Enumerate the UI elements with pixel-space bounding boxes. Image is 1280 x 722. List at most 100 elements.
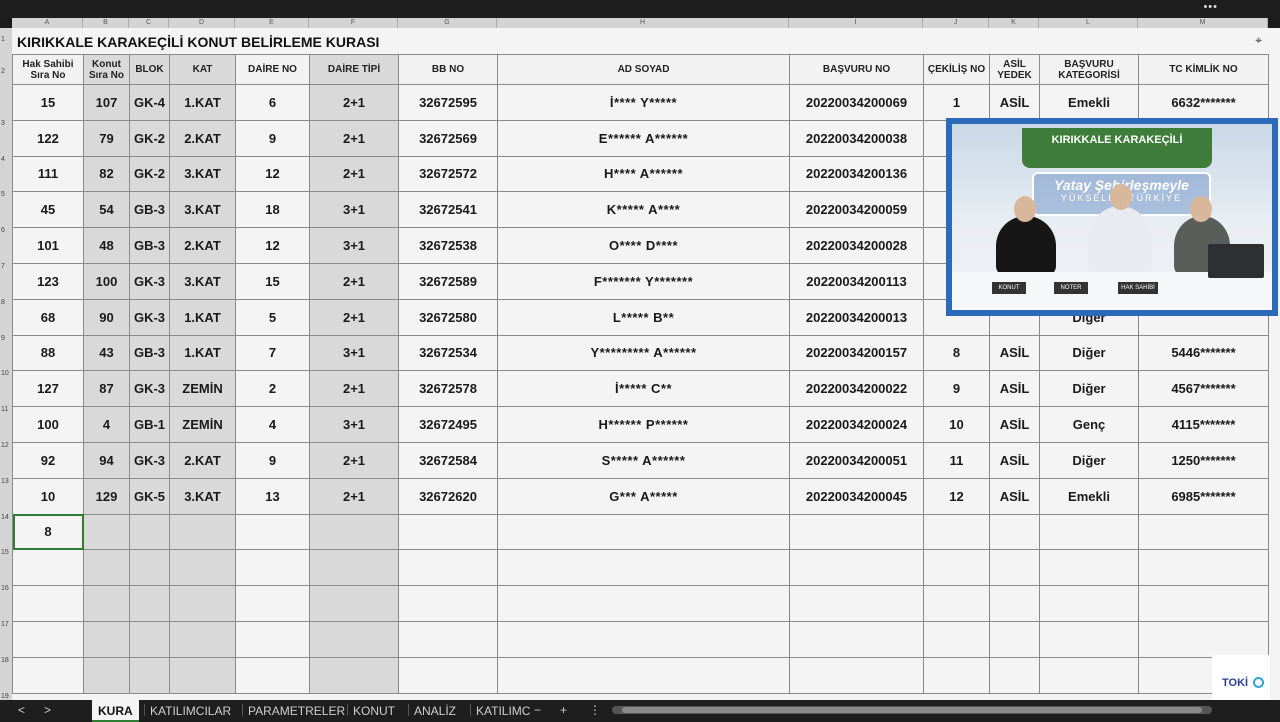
cell-cekilis-no[interactable]: 8 xyxy=(923,334,990,372)
cell-daire-no[interactable]: 18 xyxy=(235,191,310,229)
tab-katilimc[interactable]: KATILIMC xyxy=(476,700,530,720)
cell-basvuru-no[interactable]: 20220034200024 xyxy=(789,406,924,443)
cell-kat[interactable]: 3.KAT xyxy=(169,477,236,515)
cell-bb-no[interactable]: 32672495 xyxy=(398,406,498,443)
cell-asil-yedek[interactable]: ASİL xyxy=(989,84,1040,121)
cell-daire-no[interactable]: 7 xyxy=(235,334,310,372)
cell-konut-sira[interactable]: 54 xyxy=(83,191,130,229)
column-letter[interactable]: K xyxy=(989,18,1039,28)
cell-blok[interactable]: GK-3 xyxy=(129,298,170,336)
cell-daire-tipi[interactable] xyxy=(309,656,399,694)
cell-ad-soyad[interactable]: G*** A***** xyxy=(497,477,790,515)
cell-bb-no[interactable]: 32672541 xyxy=(398,191,498,229)
cell-hak-sahibi-sira[interactable]: 8 xyxy=(12,513,84,551)
cell-cekilis-no[interactable] xyxy=(923,513,990,551)
header-konut-sira[interactable]: Konut Sıra No xyxy=(83,54,130,85)
cell-basvuru-no[interactable]: 20220034200157 xyxy=(789,334,924,372)
cell-basvuru-kategori[interactable] xyxy=(1039,585,1139,622)
cell-ad-soyad[interactable] xyxy=(497,549,790,587)
cell-ad-soyad[interactable]: E****** A****** xyxy=(497,119,790,157)
cell-bb-no[interactable]: 32672589 xyxy=(398,262,498,300)
cell-kat[interactable] xyxy=(169,656,236,694)
cell-tc-kimlik[interactable]: 1250******* xyxy=(1138,441,1269,479)
cell-kat[interactable] xyxy=(169,549,236,587)
cell-ad-soyad[interactable]: L***** B** xyxy=(497,298,790,336)
header-daire-tipi[interactable]: DAİRE TİPİ xyxy=(309,54,399,85)
cell-tc-kimlik[interactable]: 6985******* xyxy=(1138,477,1269,515)
cell-blok[interactable]: GK-3 xyxy=(129,370,170,408)
cell-ad-soyad[interactable]: O**** D**** xyxy=(497,227,790,264)
cell-konut-sira[interactable] xyxy=(83,549,130,587)
cell-hak-sahibi-sira[interactable]: 68 xyxy=(12,298,84,336)
cell-basvuru-kategori[interactable]: Emekli xyxy=(1039,84,1139,121)
cell-hak-sahibi-sira[interactable] xyxy=(12,656,84,694)
cell-blok[interactable]: GK-3 xyxy=(129,262,170,300)
cell-asil-yedek[interactable]: ASİL xyxy=(989,334,1040,372)
column-letter[interactable]: F xyxy=(309,18,398,28)
cell-bb-no[interactable]: 32672569 xyxy=(398,119,498,157)
cell-konut-sira[interactable]: 100 xyxy=(83,262,130,300)
cell-ad-soyad[interactable] xyxy=(497,620,790,658)
cell-daire-no[interactable]: 4 xyxy=(235,406,310,443)
cell-kat[interactable]: 1.KAT xyxy=(169,84,236,121)
cell-daire-no[interactable]: 13 xyxy=(235,477,310,515)
cell-basvuru-kategori[interactable]: Diğer xyxy=(1039,334,1139,372)
cell-basvuru-kategori[interactable] xyxy=(1039,620,1139,658)
cell-bb-no[interactable]: 32672534 xyxy=(398,334,498,372)
cell-blok[interactable] xyxy=(129,656,170,694)
cell-konut-sira[interactable] xyxy=(83,513,130,551)
cell-ad-soyad[interactable]: F******* Y******* xyxy=(497,262,790,300)
cell-kat[interactable]: 3.KAT xyxy=(169,155,236,193)
cell-hak-sahibi-sira[interactable]: 123 xyxy=(12,262,84,300)
cell-cekilis-no[interactable] xyxy=(923,585,990,622)
header-ad-soyad[interactable]: AD SOYAD xyxy=(497,54,790,85)
cell-bb-no[interactable]: 32672620 xyxy=(398,477,498,515)
cell-daire-no[interactable]: 6 xyxy=(235,84,310,121)
cell-hak-sahibi-sira[interactable] xyxy=(12,549,84,587)
cell-daire-tipi[interactable]: 2+1 xyxy=(309,119,399,157)
scrollbar-thumb[interactable] xyxy=(622,707,1202,713)
cell-basvuru-no[interactable]: 20220034200038 xyxy=(789,119,924,157)
tab-konut[interactable]: KONUT xyxy=(353,700,395,720)
cell-hak-sahibi-sira[interactable]: 127 xyxy=(12,370,84,408)
cell-blok[interactable]: GB-3 xyxy=(129,334,170,372)
cell-blok[interactable]: GB-1 xyxy=(129,406,170,443)
header-bb-no[interactable]: BB NO xyxy=(398,54,498,85)
column-letter[interactable]: G xyxy=(398,18,497,28)
cell-daire-tipi[interactable]: 3+1 xyxy=(309,227,399,264)
add-sheet-icon[interactable]: + xyxy=(560,703,567,717)
cell-basvuru-kategori[interactable]: Diğer xyxy=(1039,441,1139,479)
cell-konut-sira[interactable]: 4 xyxy=(83,406,130,443)
more-options-icon[interactable]: ••• xyxy=(1203,1,1218,13)
cell-bb-no[interactable]: 32672572 xyxy=(398,155,498,193)
cell-ad-soyad[interactable]: Y********* A****** xyxy=(497,334,790,372)
cell-hak-sahibi-sira[interactable]: 92 xyxy=(12,441,84,479)
cell-bb-no[interactable]: 32672595 xyxy=(398,84,498,121)
cell-daire-tipi[interactable] xyxy=(309,585,399,622)
cell-basvuru-kategori[interactable] xyxy=(1039,656,1139,694)
cell-tc-kimlik[interactable] xyxy=(1138,513,1269,551)
cell-kat[interactable]: 1.KAT xyxy=(169,298,236,336)
column-letter[interactable]: I xyxy=(789,18,923,28)
cell-ad-soyad[interactable]: H**** A****** xyxy=(497,155,790,193)
cell-ad-soyad[interactable]: İ***** C** xyxy=(497,370,790,408)
cell-cekilis-no[interactable]: 9 xyxy=(923,370,990,408)
column-letter[interactable]: E xyxy=(235,18,309,28)
cell-tc-kimlik[interactable]: 5446******* xyxy=(1138,334,1269,372)
column-letter[interactable]: C xyxy=(129,18,169,28)
cell-ad-soyad[interactable]: H****** P****** xyxy=(497,406,790,443)
cell-konut-sira[interactable]: 90 xyxy=(83,298,130,336)
cell-basvuru-no[interactable] xyxy=(789,620,924,658)
cell-kat[interactable]: ZEMİN xyxy=(169,370,236,408)
cell-hak-sahibi-sira[interactable]: 100 xyxy=(12,406,84,443)
cell-basvuru-kategori[interactable] xyxy=(1039,549,1139,587)
cell-konut-sira[interactable]: 48 xyxy=(83,227,130,264)
column-letter[interactable]: B xyxy=(83,18,129,28)
cell-tc-kimlik[interactable]: 4115******* xyxy=(1138,406,1269,443)
cell-daire-tipi[interactable] xyxy=(309,513,399,551)
cell-basvuru-no[interactable] xyxy=(789,656,924,694)
cell-daire-tipi[interactable]: 3+1 xyxy=(309,406,399,443)
cell-blok[interactable]: GB-3 xyxy=(129,191,170,229)
cell-blok[interactable] xyxy=(129,585,170,622)
cell-bb-no[interactable] xyxy=(398,585,498,622)
